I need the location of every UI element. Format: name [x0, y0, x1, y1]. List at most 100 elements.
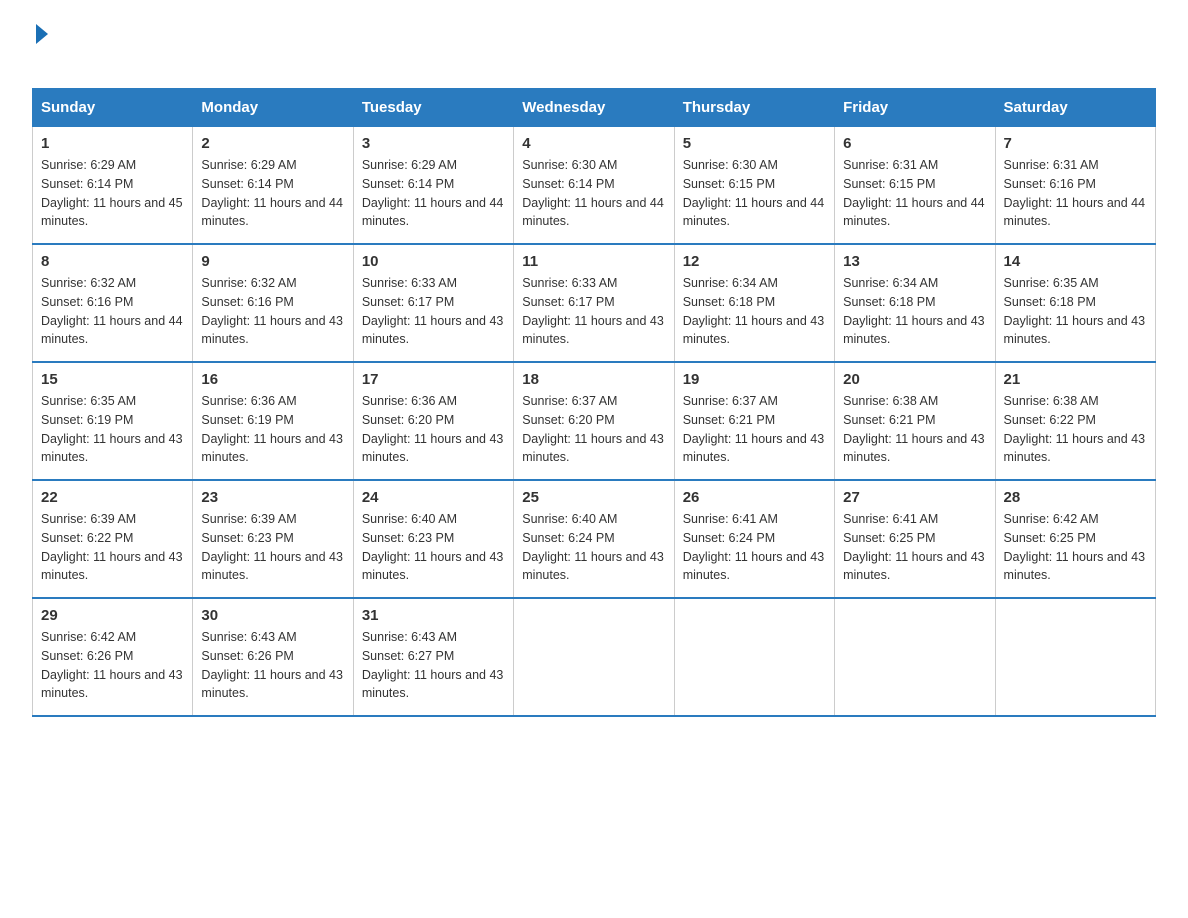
day-number: 12: [683, 253, 826, 270]
day-number: 1: [41, 135, 184, 152]
day-info: Sunrise: 6:31 AMSunset: 6:16 PMDaylight:…: [1004, 158, 1146, 228]
day-number: 8: [41, 253, 184, 270]
calendar-week-row: 8 Sunrise: 6:32 AMSunset: 6:16 PMDaylight…: [33, 244, 1156, 362]
day-number: 16: [201, 371, 344, 388]
day-info: Sunrise: 6:40 AMSunset: 6:24 PMDaylight:…: [522, 512, 664, 582]
day-number: 27: [843, 489, 986, 506]
header-friday: Friday: [835, 89, 995, 127]
header-wednesday: Wednesday: [514, 89, 674, 127]
day-info: Sunrise: 6:38 AMSunset: 6:22 PMDaylight:…: [1004, 394, 1146, 464]
day-number: 29: [41, 607, 184, 624]
day-number: 9: [201, 253, 344, 270]
header-monday: Monday: [193, 89, 353, 127]
calendar-cell: 14Sunrise: 6:35 AMSunset: 6:18 PMDayligh…: [995, 244, 1155, 362]
calendar-cell: 11 Sunrise: 6:33 AMSunset: 6:17 PMDayligh…: [514, 244, 674, 362]
calendar-cell: 18 Sunrise: 6:37 AMSunset: 6:20 PMDayligh…: [514, 362, 674, 480]
calendar-cell: 16 Sunrise: 6:36 AMSunset: 6:19 PMDayligh…: [193, 362, 353, 480]
day-info: Sunrise: 6:38 AMSunset: 6:21 PMDaylight:…: [843, 394, 985, 464]
calendar-cell: 12 Sunrise: 6:34 AMSunset: 6:18 PMDayligh…: [674, 244, 834, 362]
day-info: Sunrise: 6:32 AMSunset: 6:16 PMDaylight:…: [41, 276, 183, 346]
calendar-cell: 2 Sunrise: 6:29 AMSunset: 6:14 PMDaylight…: [193, 127, 353, 245]
day-info: Sunrise: 6:37 AMSunset: 6:20 PMDaylight:…: [522, 394, 664, 464]
day-info: Sunrise: 6:33 AMSunset: 6:17 PMDaylight:…: [362, 276, 504, 346]
logo-arrow-icon: [36, 24, 48, 44]
day-number: 3: [362, 135, 505, 152]
calendar-cell: [514, 598, 674, 716]
day-info: Sunrise: 6:36 AMSunset: 6:19 PMDaylight:…: [201, 394, 343, 464]
day-number: 24: [362, 489, 505, 506]
calendar-cell: 9 Sunrise: 6:32 AMSunset: 6:16 PMDaylight…: [193, 244, 353, 362]
day-info: Sunrise: 6:40 AMSunset: 6:23 PMDaylight:…: [362, 512, 504, 582]
calendar-cell: 5 Sunrise: 6:30 AMSunset: 6:15 PMDaylight…: [674, 127, 834, 245]
calendar-cell: 26Sunrise: 6:41 AMSunset: 6:24 PMDayligh…: [674, 480, 834, 598]
page-header: [32, 24, 1156, 70]
calendar-cell: 15 Sunrise: 6:35 AMSunset: 6:19 PMDayligh…: [33, 362, 193, 480]
day-number: 11: [522, 253, 665, 270]
day-info: Sunrise: 6:34 AMSunset: 6:18 PMDaylight:…: [683, 276, 825, 346]
day-number: 18: [522, 371, 665, 388]
calendar-table: SundayMondayTuesdayWednesdayThursdayFrid…: [32, 88, 1156, 717]
calendar-cell: 23 Sunrise: 6:39 AMSunset: 6:23 PMDayligh…: [193, 480, 353, 598]
logo: [32, 24, 48, 70]
calendar-cell: 27Sunrise: 6:41 AMSunset: 6:25 PMDayligh…: [835, 480, 995, 598]
day-number: 20: [843, 371, 986, 388]
header-tuesday: Tuesday: [353, 89, 513, 127]
day-info: Sunrise: 6:35 AMSunset: 6:19 PMDaylight:…: [41, 394, 183, 464]
day-number: 26: [683, 489, 826, 506]
calendar-cell: 13 Sunrise: 6:34 AMSunset: 6:18 PMDayligh…: [835, 244, 995, 362]
day-number: 25: [522, 489, 665, 506]
calendar-cell: 28 Sunrise: 6:42 AMSunset: 6:25 PMDayligh…: [995, 480, 1155, 598]
day-info: Sunrise: 6:33 AMSunset: 6:17 PMDaylight:…: [522, 276, 664, 346]
day-info: Sunrise: 6:32 AMSunset: 6:16 PMDaylight:…: [201, 276, 343, 346]
calendar-cell: 19Sunrise: 6:37 AMSunset: 6:21 PMDayligh…: [674, 362, 834, 480]
day-number: 28: [1004, 489, 1147, 506]
day-number: 30: [201, 607, 344, 624]
day-info: Sunrise: 6:37 AMSunset: 6:21 PMDaylight:…: [683, 394, 825, 464]
day-number: 2: [201, 135, 344, 152]
calendar-cell: [835, 598, 995, 716]
calendar-cell: 30 Sunrise: 6:43 AMSunset: 6:26 PMDayligh…: [193, 598, 353, 716]
calendar-cell: 1 Sunrise: 6:29 AMSunset: 6:14 PMDaylight…: [33, 127, 193, 245]
header-sunday: Sunday: [33, 89, 193, 127]
calendar-cell: 7Sunrise: 6:31 AMSunset: 6:16 PMDaylight…: [995, 127, 1155, 245]
calendar-week-row: 15 Sunrise: 6:35 AMSunset: 6:19 PMDayligh…: [33, 362, 1156, 480]
calendar-cell: 3Sunrise: 6:29 AMSunset: 6:14 PMDaylight…: [353, 127, 513, 245]
day-number: 23: [201, 489, 344, 506]
header-saturday: Saturday: [995, 89, 1155, 127]
calendar-cell: 29 Sunrise: 6:42 AMSunset: 6:26 PMDayligh…: [33, 598, 193, 716]
calendar-week-row: 22Sunrise: 6:39 AMSunset: 6:22 PMDayligh…: [33, 480, 1156, 598]
calendar-cell: 24 Sunrise: 6:40 AMSunset: 6:23 PMDayligh…: [353, 480, 513, 598]
day-number: 10: [362, 253, 505, 270]
day-info: Sunrise: 6:31 AMSunset: 6:15 PMDaylight:…: [843, 158, 985, 228]
day-number: 13: [843, 253, 986, 270]
calendar-cell: 8 Sunrise: 6:32 AMSunset: 6:16 PMDaylight…: [33, 244, 193, 362]
calendar-cell: 21Sunrise: 6:38 AMSunset: 6:22 PMDayligh…: [995, 362, 1155, 480]
calendar-week-row: 29 Sunrise: 6:42 AMSunset: 6:26 PMDayligh…: [33, 598, 1156, 716]
day-info: Sunrise: 6:43 AMSunset: 6:26 PMDaylight:…: [201, 630, 343, 700]
calendar-week-row: 1 Sunrise: 6:29 AMSunset: 6:14 PMDaylight…: [33, 127, 1156, 245]
calendar-cell: 22Sunrise: 6:39 AMSunset: 6:22 PMDayligh…: [33, 480, 193, 598]
day-info: Sunrise: 6:29 AMSunset: 6:14 PMDaylight:…: [201, 158, 343, 228]
calendar-header-row: SundayMondayTuesdayWednesdayThursdayFrid…: [33, 89, 1156, 127]
day-info: Sunrise: 6:29 AMSunset: 6:14 PMDaylight:…: [41, 158, 183, 228]
day-number: 5: [683, 135, 826, 152]
calendar-cell: 6 Sunrise: 6:31 AMSunset: 6:15 PMDaylight…: [835, 127, 995, 245]
day-info: Sunrise: 6:39 AMSunset: 6:23 PMDaylight:…: [201, 512, 343, 582]
calendar-cell: 25 Sunrise: 6:40 AMSunset: 6:24 PMDayligh…: [514, 480, 674, 598]
calendar-cell: 4 Sunrise: 6:30 AMSunset: 6:14 PMDaylight…: [514, 127, 674, 245]
day-info: Sunrise: 6:30 AMSunset: 6:15 PMDaylight:…: [683, 158, 825, 228]
calendar-cell: 31Sunrise: 6:43 AMSunset: 6:27 PMDayligh…: [353, 598, 513, 716]
calendar-cell: [995, 598, 1155, 716]
day-number: 6: [843, 135, 986, 152]
header-thursday: Thursday: [674, 89, 834, 127]
day-info: Sunrise: 6:30 AMSunset: 6:14 PMDaylight:…: [522, 158, 664, 228]
calendar-cell: 17Sunrise: 6:36 AMSunset: 6:20 PMDayligh…: [353, 362, 513, 480]
day-number: 4: [522, 135, 665, 152]
day-number: 14: [1004, 253, 1147, 270]
day-info: Sunrise: 6:42 AMSunset: 6:26 PMDaylight:…: [41, 630, 183, 700]
day-info: Sunrise: 6:34 AMSunset: 6:18 PMDaylight:…: [843, 276, 985, 346]
day-number: 22: [41, 489, 184, 506]
day-info: Sunrise: 6:42 AMSunset: 6:25 PMDaylight:…: [1004, 512, 1146, 582]
calendar-cell: 20 Sunrise: 6:38 AMSunset: 6:21 PMDayligh…: [835, 362, 995, 480]
day-number: 15: [41, 371, 184, 388]
